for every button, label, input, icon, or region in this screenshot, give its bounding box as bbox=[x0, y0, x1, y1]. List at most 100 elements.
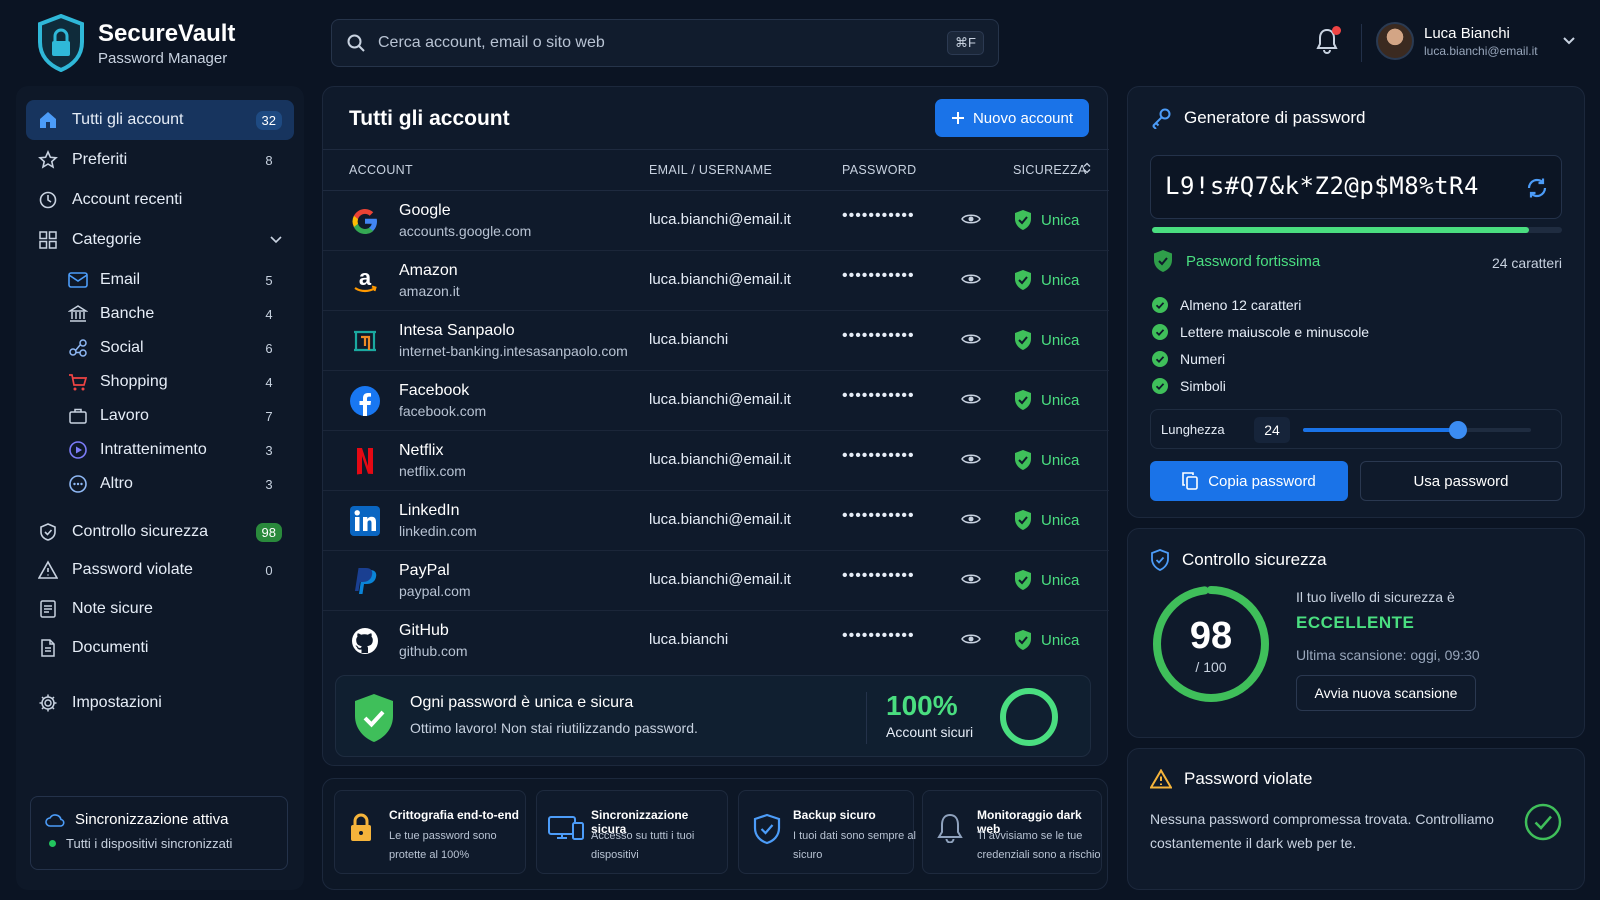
eye-icon[interactable] bbox=[961, 272, 981, 286]
search-bar[interactable]: Cerca account, email o sito web ⌘F bbox=[331, 19, 999, 67]
start-scan-button[interactable]: Avvia nuova scansione bbox=[1296, 675, 1476, 711]
length-slider-handle[interactable] bbox=[1449, 421, 1468, 439]
category-banks[interactable]: Banche 4 bbox=[56, 298, 294, 330]
sidebar-item-label: Password violate bbox=[72, 561, 193, 578]
category-other[interactable]: Altro 3 bbox=[56, 468, 294, 500]
security-status: Unica bbox=[1013, 449, 1079, 471]
generated-password-field[interactable]: L9!s#Q7&k*Z2@p$M8%tR4 bbox=[1150, 155, 1562, 219]
sidebar-item-documents[interactable]: Documenti bbox=[26, 628, 294, 668]
feature-desc: Ti avvisiamo se le tue credenziali sono … bbox=[977, 830, 1101, 861]
category-work[interactable]: Lavoro 7 bbox=[56, 400, 294, 432]
category-entertainment[interactable]: Intrattenimento 3 bbox=[56, 434, 294, 466]
category-email[interactable]: Email 5 bbox=[56, 264, 294, 296]
eye-icon[interactable] bbox=[961, 392, 981, 406]
count-badge: 32 bbox=[255, 110, 282, 130]
table-row[interactable]: Facebook facebook.com luca.bianchi@email… bbox=[323, 371, 1109, 431]
table-row[interactable]: Netflix netflix.com luca.bianchi@email.i… bbox=[323, 431, 1109, 491]
security-label: Unica bbox=[1041, 211, 1080, 229]
account-username: luca.bianchi@email.it bbox=[649, 451, 791, 468]
sidebar-item-all-accounts[interactable]: Tutti gli account 32 bbox=[26, 100, 294, 140]
account-name: LinkedIn bbox=[399, 502, 460, 519]
eye-icon[interactable] bbox=[961, 512, 981, 526]
devices-icon bbox=[547, 813, 585, 843]
column-header-security[interactable]: SICUREZZA bbox=[1013, 163, 1087, 177]
breaches-title: Password violate bbox=[1184, 769, 1313, 788]
security-label: Unica bbox=[1041, 451, 1080, 469]
sidebar-item-label: Impostazioni bbox=[72, 694, 162, 711]
table-row[interactable]: Intesa Sanpaolo internet-banking.intesas… bbox=[323, 311, 1109, 371]
breaches-text: Nessuna password compromessa trovata. Co… bbox=[1150, 811, 1494, 851]
refresh-icon[interactable] bbox=[1525, 176, 1549, 200]
account-domain: netflix.com bbox=[399, 463, 466, 479]
more-icon bbox=[68, 474, 88, 494]
requirement-item: Lettere maiuscole e minuscole bbox=[1152, 318, 1369, 345]
sidebar-item-categories[interactable]: Categorie bbox=[26, 220, 294, 260]
search-input[interactable]: Cerca account, email o sito web bbox=[378, 34, 935, 52]
user-email: luca.bianchi@email.it bbox=[1424, 43, 1538, 58]
count-badge: 0 bbox=[265, 562, 273, 578]
eye-icon[interactable] bbox=[961, 572, 981, 586]
feature-desc: Accesso su tutti i tuoi dispositivi bbox=[591, 830, 695, 861]
column-header-password[interactable]: PASSWORD bbox=[842, 163, 916, 177]
sidebar-item-security-check[interactable]: Controllo sicurezza 98 bbox=[26, 512, 294, 552]
use-password-button[interactable]: Usa password bbox=[1360, 461, 1562, 501]
eye-icon[interactable] bbox=[961, 452, 981, 466]
count-badge: 98 bbox=[255, 522, 282, 542]
requirement-item: Numeri bbox=[1152, 345, 1369, 372]
requirement-label: Numeri bbox=[1180, 350, 1226, 367]
category-shopping[interactable]: Shopping 4 bbox=[56, 366, 294, 398]
star-icon bbox=[38, 150, 58, 170]
password-generator-panel: Generatore di password L9!s#Q7&k*Z2@p$M8… bbox=[1127, 86, 1585, 518]
cloud-icon bbox=[45, 812, 65, 828]
shield-check-icon bbox=[1013, 329, 1033, 351]
column-header-email[interactable]: EMAIL / USERNAME bbox=[649, 163, 772, 177]
category-label: Social bbox=[100, 339, 144, 356]
length-value[interactable]: 24 bbox=[1254, 417, 1290, 443]
table-row[interactable]: a Amazon amazon.it luca.bianchi@email.it… bbox=[323, 251, 1109, 311]
eye-icon[interactable] bbox=[961, 632, 981, 646]
masked-password: ••••••••••• bbox=[842, 447, 915, 464]
security-status: Unica bbox=[1013, 329, 1079, 351]
sidebar-item-breached[interactable]: Password violate 0 bbox=[26, 550, 294, 590]
table-row[interactable]: GitHub github.com luca.bianchi •••••••••… bbox=[323, 611, 1109, 671]
new-account-button[interactable]: Nuovo account bbox=[935, 99, 1089, 137]
copy-password-button[interactable]: Copia password bbox=[1150, 461, 1348, 501]
new-account-label: Nuovo account bbox=[972, 109, 1074, 127]
account-username: luca.bianchi@email.it bbox=[649, 271, 791, 288]
user-menu[interactable]: Luca Bianchi luca.bianchi@email.it bbox=[1376, 22, 1576, 60]
column-header-account[interactable]: ACCOUNT bbox=[349, 163, 413, 177]
feature-title: Backup sicuro bbox=[793, 808, 876, 822]
shield-check-icon bbox=[1013, 269, 1033, 291]
feature-title: Crittografia end-to-end bbox=[389, 808, 519, 822]
table-row[interactable]: LinkedIn linkedin.com luca.bianchi@email… bbox=[323, 491, 1109, 551]
sidebar-item-settings[interactable]: Impostazioni bbox=[26, 683, 294, 723]
length-slider[interactable] bbox=[1303, 421, 1531, 439]
shield-check-icon bbox=[1013, 209, 1033, 231]
eye-icon[interactable] bbox=[961, 332, 981, 346]
chevron-down-icon[interactable] bbox=[1562, 36, 1576, 46]
masked-password: ••••••••••• bbox=[842, 327, 915, 344]
masked-password: ••••••••••• bbox=[842, 627, 915, 644]
security-level: ECCELLENTE bbox=[1296, 613, 1415, 632]
security-title: Controllo sicurezza bbox=[1182, 550, 1327, 569]
shield-check-icon bbox=[1013, 509, 1033, 531]
category-social[interactable]: Social 6 bbox=[56, 332, 294, 364]
table-row[interactable]: Google accounts.google.com luca.bianchi@… bbox=[323, 191, 1109, 251]
sidebar-item-secure-notes[interactable]: Note sicure bbox=[26, 589, 294, 629]
count-badge: 7 bbox=[265, 408, 273, 424]
netflix-logo-icon bbox=[349, 445, 381, 477]
table-row[interactable]: PayPal paypal.com luca.bianchi@email.it … bbox=[323, 551, 1109, 611]
secure-percent: 100% bbox=[886, 690, 958, 721]
summary-divider bbox=[866, 692, 867, 744]
shield-lock-logo-icon bbox=[36, 14, 86, 72]
linkedin-logo-icon bbox=[349, 505, 381, 537]
eye-icon[interactable] bbox=[961, 212, 981, 226]
sidebar-item-favorites[interactable]: Preferiti 8 bbox=[26, 140, 294, 180]
count-badge: 3 bbox=[265, 476, 273, 492]
account-username: luca.bianchi@email.it bbox=[649, 391, 791, 408]
sort-icon[interactable] bbox=[1083, 162, 1091, 174]
shield-check-icon bbox=[1152, 249, 1174, 273]
notifications-button[interactable] bbox=[1316, 26, 1341, 54]
sidebar-item-recent[interactable]: Account recenti bbox=[26, 180, 294, 220]
account-name: GitHub bbox=[399, 622, 449, 639]
